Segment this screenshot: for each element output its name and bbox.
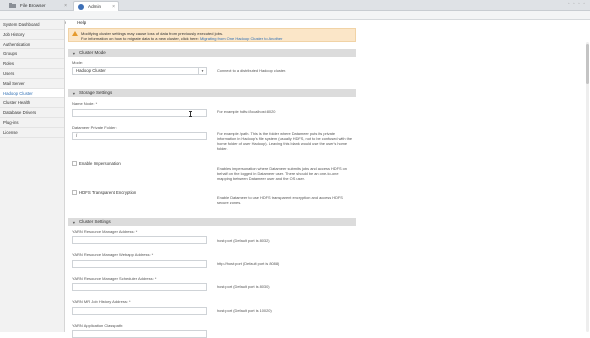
warning-text-prefix: For information on how to migrate data t… <box>81 35 199 41</box>
sidebar-item-mail-server[interactable]: Mail Server <box>0 79 64 89</box>
section-title: Cluster Settings <box>79 219 111 224</box>
rm-address-hint: host:port (Default port is 8032) <box>217 238 270 243</box>
encryption-checkbox[interactable] <box>72 190 77 195</box>
impersonation-checkbox[interactable] <box>72 161 77 166</box>
sidebar-item-authentication[interactable]: Authentication <box>0 40 64 50</box>
sidebar-item-groups[interactable]: Groups <box>0 49 64 60</box>
warning-banner: Modifying cluster settings may cause los… <box>68 28 356 42</box>
private-folder-input[interactable]: / <box>72 132 207 140</box>
collapse-icon: ▼ <box>72 221 76 225</box>
warning-icon <box>72 31 78 36</box>
migration-link[interactable]: Migrating from One Hadoop Cluster to Ano… <box>200 36 283 41</box>
section-title: Storage Settings <box>79 90 113 95</box>
sidebar-item-database-drivers[interactable]: Database Drivers <box>0 108 64 118</box>
close-icon[interactable]: × <box>64 1 67 11</box>
rm-scheduler-hint: host:port (Default port is 8030) <box>217 284 270 289</box>
impersonation-label: Enable Impersonation <box>79 161 121 166</box>
rm-scheduler-input[interactable] <box>72 283 207 291</box>
text-cursor-icon <box>189 111 192 117</box>
section-cluster-mode[interactable]: ▼ Cluster Mode <box>68 49 356 57</box>
section-storage-settings[interactable]: ▼ Storage Settings <box>68 89 356 97</box>
collapse-icon: ▼ <box>72 52 76 56</box>
encryption-label: HDFS Transparent Encryption <box>79 190 137 195</box>
private-folder-label: Datameer Private Folder: <box>72 125 117 130</box>
warning-text-2: For information on how to migrate data t… <box>81 36 282 41</box>
tab-admin-label: Admin <box>88 4 102 9</box>
section-title: Cluster Mode <box>79 50 106 55</box>
private-folder-hint: For example /path. This is the folder wh… <box>217 131 353 151</box>
name-node-hint: For example hdfs://localhost:8020 <box>217 109 276 114</box>
window-controls[interactable]: ◦ ◦ ◦ ◦ <box>568 1 586 7</box>
sidebar-item-hadoop-cluster[interactable]: Hadoop Cluster <box>0 88 64 99</box>
name-node-label: Name Node: * <box>72 101 98 106</box>
mode-select[interactable]: Hadoop Cluster ▾ <box>72 67 207 75</box>
scrollbar-thumb[interactable] <box>586 44 589 84</box>
sidebar-item-system-dashboard[interactable]: System Dashboard <box>0 20 64 30</box>
sidebar: System Dashboard Job History Authenticat… <box>0 20 65 332</box>
tab-admin[interactable]: Admin × <box>73 1 119 11</box>
chevron-down-icon: ▾ <box>198 68 206 74</box>
rm-address-label: YARN Resource Manager Address: * <box>72 229 138 234</box>
name-node-input[interactable] <box>72 109 207 117</box>
impersonation-hint: Enables impersonation where Datameer sub… <box>217 166 347 181</box>
mr-history-hint: host:port (Default port is 10020) <box>217 308 272 313</box>
sidebar-item-roles[interactable]: Roles <box>0 59 64 69</box>
collapse-icon: ▼ <box>72 92 76 96</box>
tab-file-browser[interactable]: File Browser × <box>6 1 70 11</box>
rm-address-input[interactable] <box>72 236 207 244</box>
sidebar-item-license[interactable]: License <box>0 128 64 138</box>
main-content: Modifying cluster settings may cause los… <box>65 20 590 338</box>
rm-webapp-input[interactable] <box>72 260 207 268</box>
encryption-hint: Enable Datameer to use HDFS transparent … <box>217 195 343 205</box>
tab-file-browser-label: File Browser <box>20 3 46 8</box>
rm-scheduler-label: YARN Resource Manager Scheduler Address:… <box>72 276 157 281</box>
mr-history-label: YARN MR Job History Address: * <box>72 299 131 304</box>
sidebar-item-job-history[interactable]: Job History <box>0 30 64 40</box>
section-cluster-settings[interactable]: ▼ Cluster Settings <box>68 218 356 226</box>
mode-select-value: Hadoop Cluster <box>76 68 106 73</box>
sidebar-item-cluster-health[interactable]: Cluster Health <box>0 98 64 109</box>
mode-label: Mode: <box>72 60 84 65</box>
mr-history-input[interactable] <box>72 307 207 315</box>
sidebar-item-users[interactable]: Users <box>0 69 64 79</box>
sidebar-item-plug-ins[interactable]: Plug-ins <box>0 118 64 128</box>
scrollbar[interactable] <box>586 42 589 332</box>
rm-webapp-label: YARN Resource Manager Webapp Address: * <box>72 252 154 257</box>
app-classpath-input[interactable] <box>72 330 207 338</box>
rm-webapp-hint: http://host:port (Default port is 8088) <box>217 261 280 266</box>
menu-bar: Dataiwer File View Help <box>0 11 590 25</box>
tab-bar: File Browser × Admin × ◦ ◦ ◦ ◦ <box>0 0 590 11</box>
mode-hint: Connect to a distributed Hadoop cluster. <box>217 68 287 73</box>
app-classpath-label: YARN Application Classpath: <box>72 323 124 328</box>
admin-icon <box>78 4 84 10</box>
folder-icon <box>9 3 16 8</box>
